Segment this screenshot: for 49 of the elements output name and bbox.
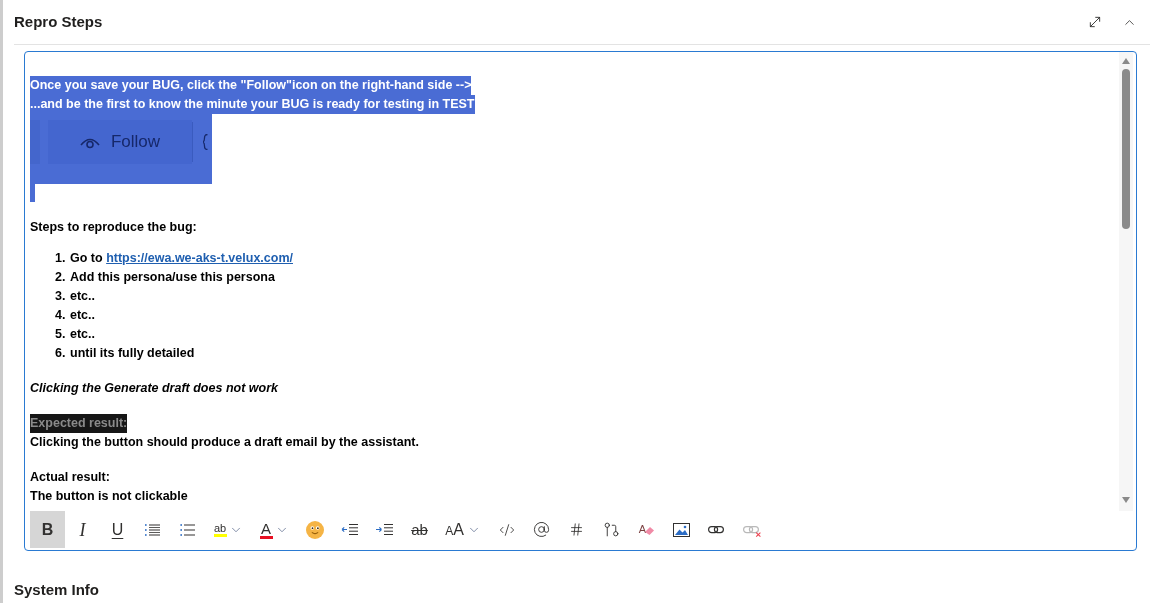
section-title: Repro Steps bbox=[14, 12, 103, 32]
list-item-text: until its fully detailed bbox=[70, 345, 195, 362]
clear-formatting-button[interactable]: A bbox=[629, 511, 664, 548]
toolbar-strip bbox=[30, 120, 40, 164]
text-line: Steps to reproduce the bug: bbox=[30, 219, 197, 236]
strikethrough-button[interactable]: ab bbox=[402, 511, 437, 548]
scrollbar-thumb[interactable] bbox=[1122, 69, 1130, 229]
outdent-icon bbox=[341, 524, 358, 535]
code-icon bbox=[498, 521, 515, 538]
italic-button[interactable]: I bbox=[65, 511, 100, 548]
list-item-text: etc.. bbox=[70, 307, 95, 324]
text-line: Actual result: bbox=[30, 469, 110, 486]
pull-request-icon bbox=[603, 521, 620, 538]
expand-icon bbox=[1087, 14, 1103, 30]
rich-text-editor[interactable] bbox=[24, 51, 1137, 551]
url-link[interactable]: https://ewa.we-aks-t.velux.com/ bbox=[106, 251, 293, 265]
follow-button: Follow bbox=[48, 120, 192, 164]
list-number: 5. bbox=[55, 326, 67, 343]
text-line: The button is not clickable bbox=[30, 488, 188, 505]
highlight-button[interactable]: ab bbox=[205, 511, 251, 548]
numbered-list-icon bbox=[180, 523, 195, 536]
at-sign-icon bbox=[533, 521, 550, 538]
list-number: 4. bbox=[55, 307, 67, 324]
text-line: Clicking the button should produce a draft email by the assistant. bbox=[30, 434, 419, 451]
underline-button[interactable]: U bbox=[100, 511, 135, 548]
section-title: System Info bbox=[14, 580, 101, 600]
expand-button[interactable] bbox=[1087, 14, 1103, 30]
bulleted-list-icon bbox=[145, 523, 160, 536]
list-item-text: etc.. bbox=[70, 288, 95, 305]
hash-icon bbox=[569, 522, 584, 537]
font-size-button[interactable]: AA bbox=[437, 511, 489, 548]
font-color-button[interactable]: A bbox=[251, 511, 297, 548]
list-item-text: etc.. bbox=[70, 326, 95, 343]
image-icon bbox=[673, 522, 690, 537]
list-number: 6. bbox=[55, 345, 67, 362]
scroll-down-arrow-icon bbox=[1122, 497, 1130, 503]
scrollbar[interactable] bbox=[1119, 52, 1133, 511]
bold-button[interactable]: B bbox=[30, 511, 65, 548]
smiley-icon bbox=[305, 520, 324, 539]
text-line: Clicking the Generate draft does not work bbox=[30, 380, 278, 397]
brace-icon bbox=[203, 134, 208, 150]
list-item-text: Add this persona/use this persona bbox=[70, 269, 275, 286]
scroll-up-arrow-icon bbox=[1122, 58, 1130, 64]
indent-icon bbox=[376, 524, 393, 535]
eraser-icon bbox=[645, 527, 655, 535]
list-number: 2. bbox=[55, 269, 67, 286]
list-number: 3. bbox=[55, 288, 67, 305]
list-number: 1. bbox=[55, 250, 67, 267]
list-item-text: Go to https://ewa.we-aks-t.velux.com/ bbox=[70, 250, 293, 267]
